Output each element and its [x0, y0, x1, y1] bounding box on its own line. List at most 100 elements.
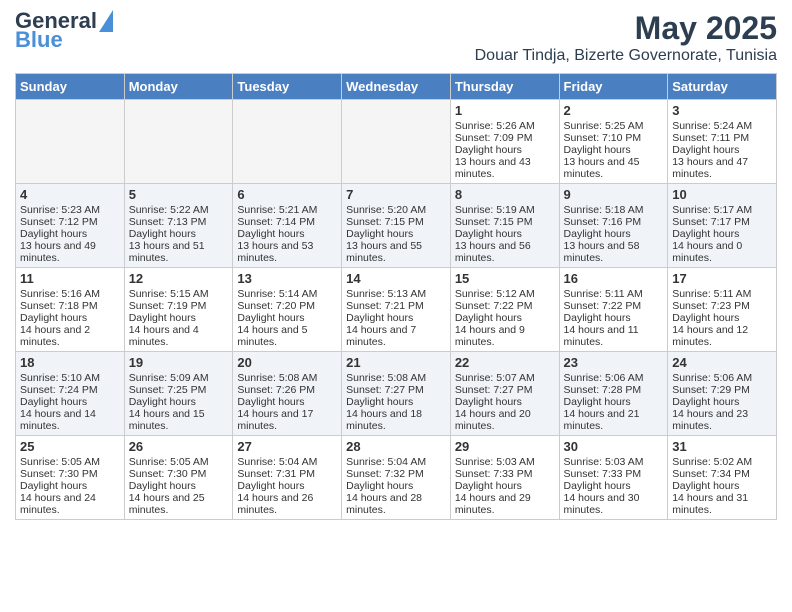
calendar-cell: 13Sunrise: 5:14 AMSunset: 7:20 PMDayligh… [233, 268, 342, 352]
day-number: 29 [455, 439, 555, 454]
day-number: 7 [346, 187, 446, 202]
title-area: May 2025 Douar Tindja, Bizerte Governora… [475, 10, 777, 65]
logo-triangle-icon [99, 10, 113, 32]
sunrise-text: Sunrise: 5:06 AM [672, 372, 772, 384]
day-number: 13 [237, 271, 337, 286]
sunset-text: Sunset: 7:16 PM [564, 216, 664, 228]
daylight-label: Daylight hours [564, 312, 664, 324]
daylight-text: 14 hours and 25 minutes. [129, 492, 229, 516]
daylight-text: 14 hours and 2 minutes. [20, 324, 120, 348]
calendar-cell: 17Sunrise: 5:11 AMSunset: 7:23 PMDayligh… [668, 268, 777, 352]
sunset-text: Sunset: 7:29 PM [672, 384, 772, 396]
sunset-text: Sunset: 7:33 PM [455, 468, 555, 480]
daylight-label: Daylight hours [20, 312, 120, 324]
day-number: 9 [564, 187, 664, 202]
daylight-label: Daylight hours [20, 228, 120, 240]
calendar-cell: 6Sunrise: 5:21 AMSunset: 7:14 PMDaylight… [233, 184, 342, 268]
daylight-text: 14 hours and 11 minutes. [564, 324, 664, 348]
weekday-header: Monday [124, 74, 233, 100]
sunset-text: Sunset: 7:31 PM [237, 468, 337, 480]
daylight-label: Daylight hours [20, 480, 120, 492]
daylight-label: Daylight hours [672, 480, 772, 492]
sunrise-text: Sunrise: 5:20 AM [346, 204, 446, 216]
daylight-text: 14 hours and 4 minutes. [129, 324, 229, 348]
daylight-text: 14 hours and 18 minutes. [346, 408, 446, 432]
calendar-cell [16, 100, 125, 184]
sunset-text: Sunset: 7:25 PM [129, 384, 229, 396]
calendar-cell: 25Sunrise: 5:05 AMSunset: 7:30 PMDayligh… [16, 436, 125, 520]
calendar-cell: 27Sunrise: 5:04 AMSunset: 7:31 PMDayligh… [233, 436, 342, 520]
daylight-label: Daylight hours [129, 312, 229, 324]
calendar-cell: 11Sunrise: 5:16 AMSunset: 7:18 PMDayligh… [16, 268, 125, 352]
day-number: 31 [672, 439, 772, 454]
daylight-label: Daylight hours [237, 396, 337, 408]
sunset-text: Sunset: 7:30 PM [129, 468, 229, 480]
sunrise-text: Sunrise: 5:04 AM [346, 456, 446, 468]
daylight-label: Daylight hours [564, 228, 664, 240]
sunset-text: Sunset: 7:26 PM [237, 384, 337, 396]
sunrise-text: Sunrise: 5:03 AM [455, 456, 555, 468]
sunrise-text: Sunrise: 5:05 AM [129, 456, 229, 468]
calendar-cell: 22Sunrise: 5:07 AMSunset: 7:27 PMDayligh… [450, 352, 559, 436]
calendar-cell: 24Sunrise: 5:06 AMSunset: 7:29 PMDayligh… [668, 352, 777, 436]
day-number: 4 [20, 187, 120, 202]
page-container: General Blue May 2025 Douar Tindja, Bize… [0, 0, 792, 535]
sunrise-text: Sunrise: 5:16 AM [20, 288, 120, 300]
calendar-cell [124, 100, 233, 184]
sunset-text: Sunset: 7:09 PM [455, 132, 555, 144]
calendar-cell: 28Sunrise: 5:04 AMSunset: 7:32 PMDayligh… [342, 436, 451, 520]
sunrise-text: Sunrise: 5:15 AM [129, 288, 229, 300]
calendar-cell: 18Sunrise: 5:10 AMSunset: 7:24 PMDayligh… [16, 352, 125, 436]
page-header: General Blue May 2025 Douar Tindja, Bize… [15, 10, 777, 65]
daylight-label: Daylight hours [672, 312, 772, 324]
daylight-label: Daylight hours [672, 228, 772, 240]
sunset-text: Sunset: 7:13 PM [129, 216, 229, 228]
sunset-text: Sunset: 7:15 PM [455, 216, 555, 228]
daylight-text: 14 hours and 14 minutes. [20, 408, 120, 432]
daylight-label: Daylight hours [346, 396, 446, 408]
sunrise-text: Sunrise: 5:26 AM [455, 120, 555, 132]
daylight-label: Daylight hours [455, 396, 555, 408]
calendar-cell [233, 100, 342, 184]
sunset-text: Sunset: 7:27 PM [346, 384, 446, 396]
calendar-week-row: 18Sunrise: 5:10 AMSunset: 7:24 PMDayligh… [16, 352, 777, 436]
daylight-text: 14 hours and 23 minutes. [672, 408, 772, 432]
calendar-cell: 2Sunrise: 5:25 AMSunset: 7:10 PMDaylight… [559, 100, 668, 184]
daylight-label: Daylight hours [346, 228, 446, 240]
sunset-text: Sunset: 7:18 PM [20, 300, 120, 312]
calendar-week-row: 25Sunrise: 5:05 AMSunset: 7:30 PMDayligh… [16, 436, 777, 520]
day-number: 27 [237, 439, 337, 454]
sunrise-text: Sunrise: 5:10 AM [20, 372, 120, 384]
daylight-text: 13 hours and 51 minutes. [129, 240, 229, 264]
day-number: 26 [129, 439, 229, 454]
day-number: 15 [455, 271, 555, 286]
sunrise-text: Sunrise: 5:06 AM [564, 372, 664, 384]
sunrise-text: Sunrise: 5:19 AM [455, 204, 555, 216]
weekday-header: Wednesday [342, 74, 451, 100]
daylight-text: 13 hours and 47 minutes. [672, 156, 772, 180]
sunset-text: Sunset: 7:28 PM [564, 384, 664, 396]
calendar-cell: 1Sunrise: 5:26 AMSunset: 7:09 PMDaylight… [450, 100, 559, 184]
daylight-text: 14 hours and 21 minutes. [564, 408, 664, 432]
day-number: 23 [564, 355, 664, 370]
day-number: 14 [346, 271, 446, 286]
calendar-week-row: 4Sunrise: 5:23 AMSunset: 7:12 PMDaylight… [16, 184, 777, 268]
daylight-text: 14 hours and 31 minutes. [672, 492, 772, 516]
sunset-text: Sunset: 7:22 PM [455, 300, 555, 312]
calendar-cell: 23Sunrise: 5:06 AMSunset: 7:28 PMDayligh… [559, 352, 668, 436]
sunrise-text: Sunrise: 5:03 AM [564, 456, 664, 468]
sunrise-text: Sunrise: 5:25 AM [564, 120, 664, 132]
sunrise-text: Sunrise: 5:07 AM [455, 372, 555, 384]
calendar-cell: 15Sunrise: 5:12 AMSunset: 7:22 PMDayligh… [450, 268, 559, 352]
sunset-text: Sunset: 7:20 PM [237, 300, 337, 312]
calendar-cell: 19Sunrise: 5:09 AMSunset: 7:25 PMDayligh… [124, 352, 233, 436]
day-number: 28 [346, 439, 446, 454]
sunset-text: Sunset: 7:33 PM [564, 468, 664, 480]
sunrise-text: Sunrise: 5:24 AM [672, 120, 772, 132]
sunrise-text: Sunrise: 5:23 AM [20, 204, 120, 216]
calendar-cell: 5Sunrise: 5:22 AMSunset: 7:13 PMDaylight… [124, 184, 233, 268]
daylight-text: 14 hours and 0 minutes. [672, 240, 772, 264]
weekday-header: Friday [559, 74, 668, 100]
sunset-text: Sunset: 7:10 PM [564, 132, 664, 144]
daylight-text: 14 hours and 30 minutes. [564, 492, 664, 516]
